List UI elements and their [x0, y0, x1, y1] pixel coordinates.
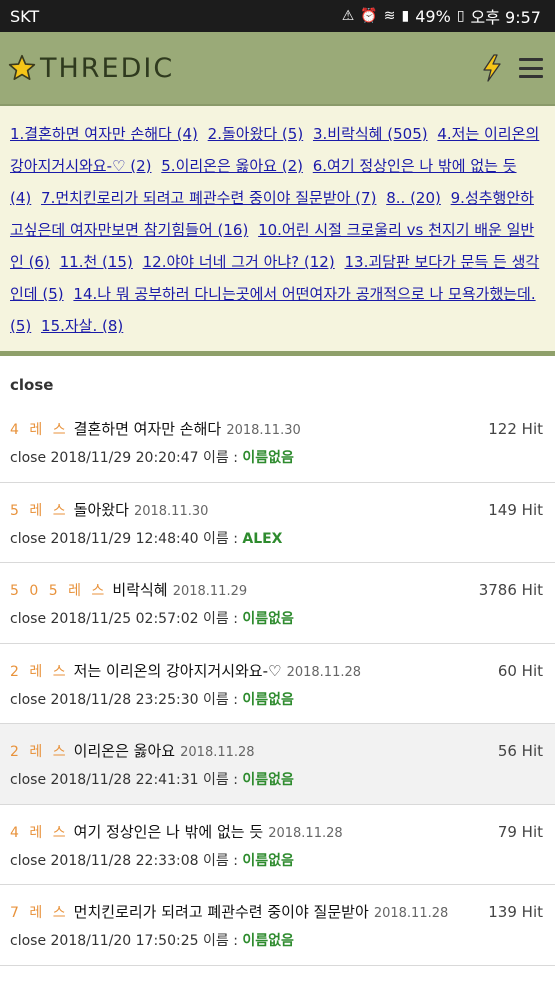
- hit-count: 60 Hit: [497, 661, 543, 680]
- thread-item[interactable]: 2 레 스 저는 이리온의 강아지거시와요-♡ 2018.11.28 60 Hi…: [0, 644, 555, 724]
- thread-date: 2018.11.30: [226, 423, 301, 438]
- thread-item[interactable]: 4 레 스 여기 정상인은 나 밖에 없는 듯 2018.11.28 79 Hi…: [0, 805, 555, 885]
- thread-title: 저는 이리온의 강아지거시와요-♡: [73, 661, 282, 680]
- alarm-icon: ⏰: [360, 8, 378, 24]
- section-label: close: [10, 376, 54, 394]
- author-name: 이름없음: [242, 852, 294, 869]
- thread-item[interactable]: 4 레 스 결혼하면 여자만 손해다 2018.11.30 122 Hit cl…: [0, 402, 555, 483]
- menu-icon[interactable]: [519, 58, 543, 78]
- thread-status: close 2018/11/20 17:50:25 이름 :: [10, 933, 243, 949]
- hit-count: 122 Hit: [488, 420, 543, 438]
- thread-title: 먼치킨로리가 되려고 폐관수련 중이야 질문받아: [73, 903, 369, 921]
- thread-status: close 2018/11/28 22:33:08 이름 :: [10, 852, 243, 869]
- thread-title: 여기 정상인은 나 밖에 없는 듯: [73, 822, 264, 841]
- wifi-icon: ≋: [383, 8, 396, 24]
- status-indicators: ⚠ ⏰ ≋ ▮ 49% ▯ 오후 9:57: [342, 4, 541, 28]
- app-header: THREDIC: [0, 32, 555, 106]
- thread-title: 결혼하면 여자만 손해다: [73, 420, 222, 438]
- reply-count: 4 레 스: [10, 824, 69, 841]
- reply-count: 2 레 스: [10, 663, 69, 680]
- reply-count: 5 0 5 레 스: [10, 583, 108, 599]
- thread-status: close 2018/11/29 12:48:40 이름 :: [10, 530, 243, 547]
- thread-link[interactable]: 5.이리온은 옳아요 (2): [161, 157, 303, 175]
- author-name: 이름없음: [242, 450, 294, 466]
- thread-date: 2018.11.30: [133, 503, 209, 519]
- thread-item[interactable]: 2 레 스 이리온은 옳아요 2018.11.28 56 Hit close 2…: [0, 724, 555, 805]
- thread-title: 이리온은 옳아요: [73, 742, 176, 760]
- reply-count: 7 레 스: [10, 905, 69, 921]
- thread-date: 2018.11.28: [286, 664, 362, 680]
- hit-count: 149 Hit: [488, 500, 543, 519]
- thread-status: close 2018/11/28 22:41:31 이름 :: [10, 772, 243, 788]
- reply-count: 2 레 스: [10, 744, 69, 760]
- thread-status: close 2018/11/29 20:20:47 이름 :: [10, 450, 243, 466]
- alert-icon: ⚠: [341, 8, 355, 24]
- author-name: ALEX: [242, 530, 283, 547]
- thread-link[interactable]: 2.돌아왔다 (5): [208, 125, 304, 143]
- thread-link[interactable]: 7.먼치킨로리가 되려고 폐관수련 중이야 질문받아 (7): [41, 189, 376, 207]
- lightning-icon[interactable]: [481, 54, 503, 82]
- author-name: 이름없음: [242, 691, 294, 708]
- carrier-label: SKT: [10, 6, 40, 26]
- thread-link[interactable]: 3.비락식혜 (505): [313, 125, 428, 143]
- battery-icon: ▯: [456, 8, 465, 24]
- brand-logo[interactable]: THREDIC: [8, 53, 174, 84]
- hit-count: 3786 Hit: [478, 581, 543, 599]
- thread-link[interactable]: 1.결혼하면 여자만 손해다 (4): [10, 125, 198, 143]
- star-icon: [8, 54, 36, 81]
- thread-status: close 2018/11/25 02:57:02 이름 :: [10, 611, 243, 627]
- reply-count: 5 레 스: [10, 502, 69, 519]
- author-name: 이름없음: [242, 611, 294, 627]
- author-name: 이름없음: [242, 772, 294, 788]
- hit-count: 139 Hit: [488, 903, 543, 921]
- hit-count: 56 Hit: [497, 742, 543, 760]
- signal-icon: ▮: [401, 8, 410, 24]
- hit-count: 79 Hit: [497, 822, 543, 841]
- thread-link[interactable]: 15.자살. (8): [41, 317, 123, 335]
- thread-status: close 2018/11/28 23:25:30 이름 :: [10, 691, 243, 708]
- battery-percent: 49%: [415, 6, 451, 26]
- thread-link[interactable]: 8.. (20): [386, 189, 441, 207]
- thread-index: 1.결혼하면 여자만 손해다 (4) 2.돌아왔다 (5) 3.비락식혜 (50…: [0, 106, 555, 356]
- status-bar: SKT ⚠ ⏰ ≋ ▮ 49% ▯ 오후 9:57: [0, 0, 555, 32]
- thread-link[interactable]: 11.천 (15): [60, 253, 133, 271]
- thread-item[interactable]: 5 레 스 돌아왔다 2018.11.30 149 Hit close 2018…: [0, 483, 555, 563]
- author-name: 이름없음: [242, 933, 294, 949]
- thread-item[interactable]: 5 0 5 레 스 비락식혜 2018.11.29 3786 Hit close…: [0, 563, 555, 644]
- thread-link[interactable]: 12.야야 너네 그거 아냐? (12): [143, 253, 335, 271]
- thread-date: 2018.11.28: [180, 745, 255, 760]
- brand-name: THREDIC: [40, 52, 175, 84]
- thread-item[interactable]: 7 레 스 먼치킨로리가 되려고 폐관수련 중이야 질문받아 2018.11.2…: [0, 885, 555, 966]
- reply-count: 4 레 스: [10, 422, 69, 438]
- clock: 오후 9:57: [470, 8, 541, 27]
- thread-title: 비락식혜: [112, 581, 168, 599]
- header-actions: [481, 54, 543, 82]
- thread-date: 2018.11.28: [373, 906, 449, 921]
- thread-date: 2018.11.28: [268, 825, 343, 841]
- thread-date: 2018.11.29: [172, 584, 248, 599]
- thread-title: 돌아왔다: [73, 500, 129, 519]
- thread-list: 4 레 스 결혼하면 여자만 손해다 2018.11.30 122 Hit cl…: [0, 402, 555, 966]
